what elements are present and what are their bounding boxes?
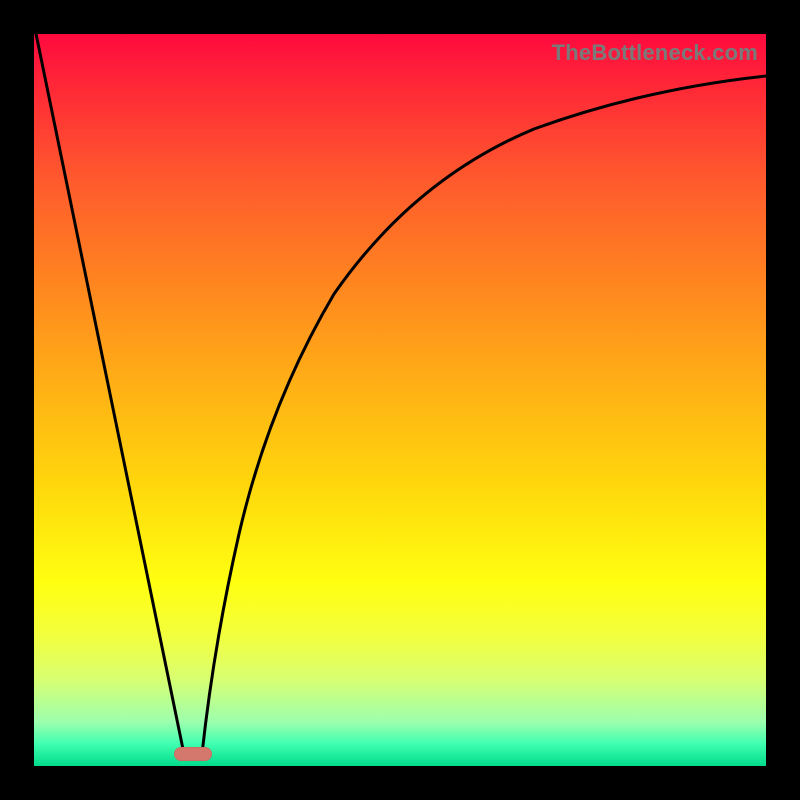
right-curve — [202, 76, 766, 754]
chart-stage: TheBottleneck.com — [0, 0, 800, 800]
curve-layer — [34, 34, 766, 766]
plot-area: TheBottleneck.com — [34, 34, 766, 766]
left-line — [34, 34, 184, 754]
bottleneck-marker — [174, 747, 212, 761]
